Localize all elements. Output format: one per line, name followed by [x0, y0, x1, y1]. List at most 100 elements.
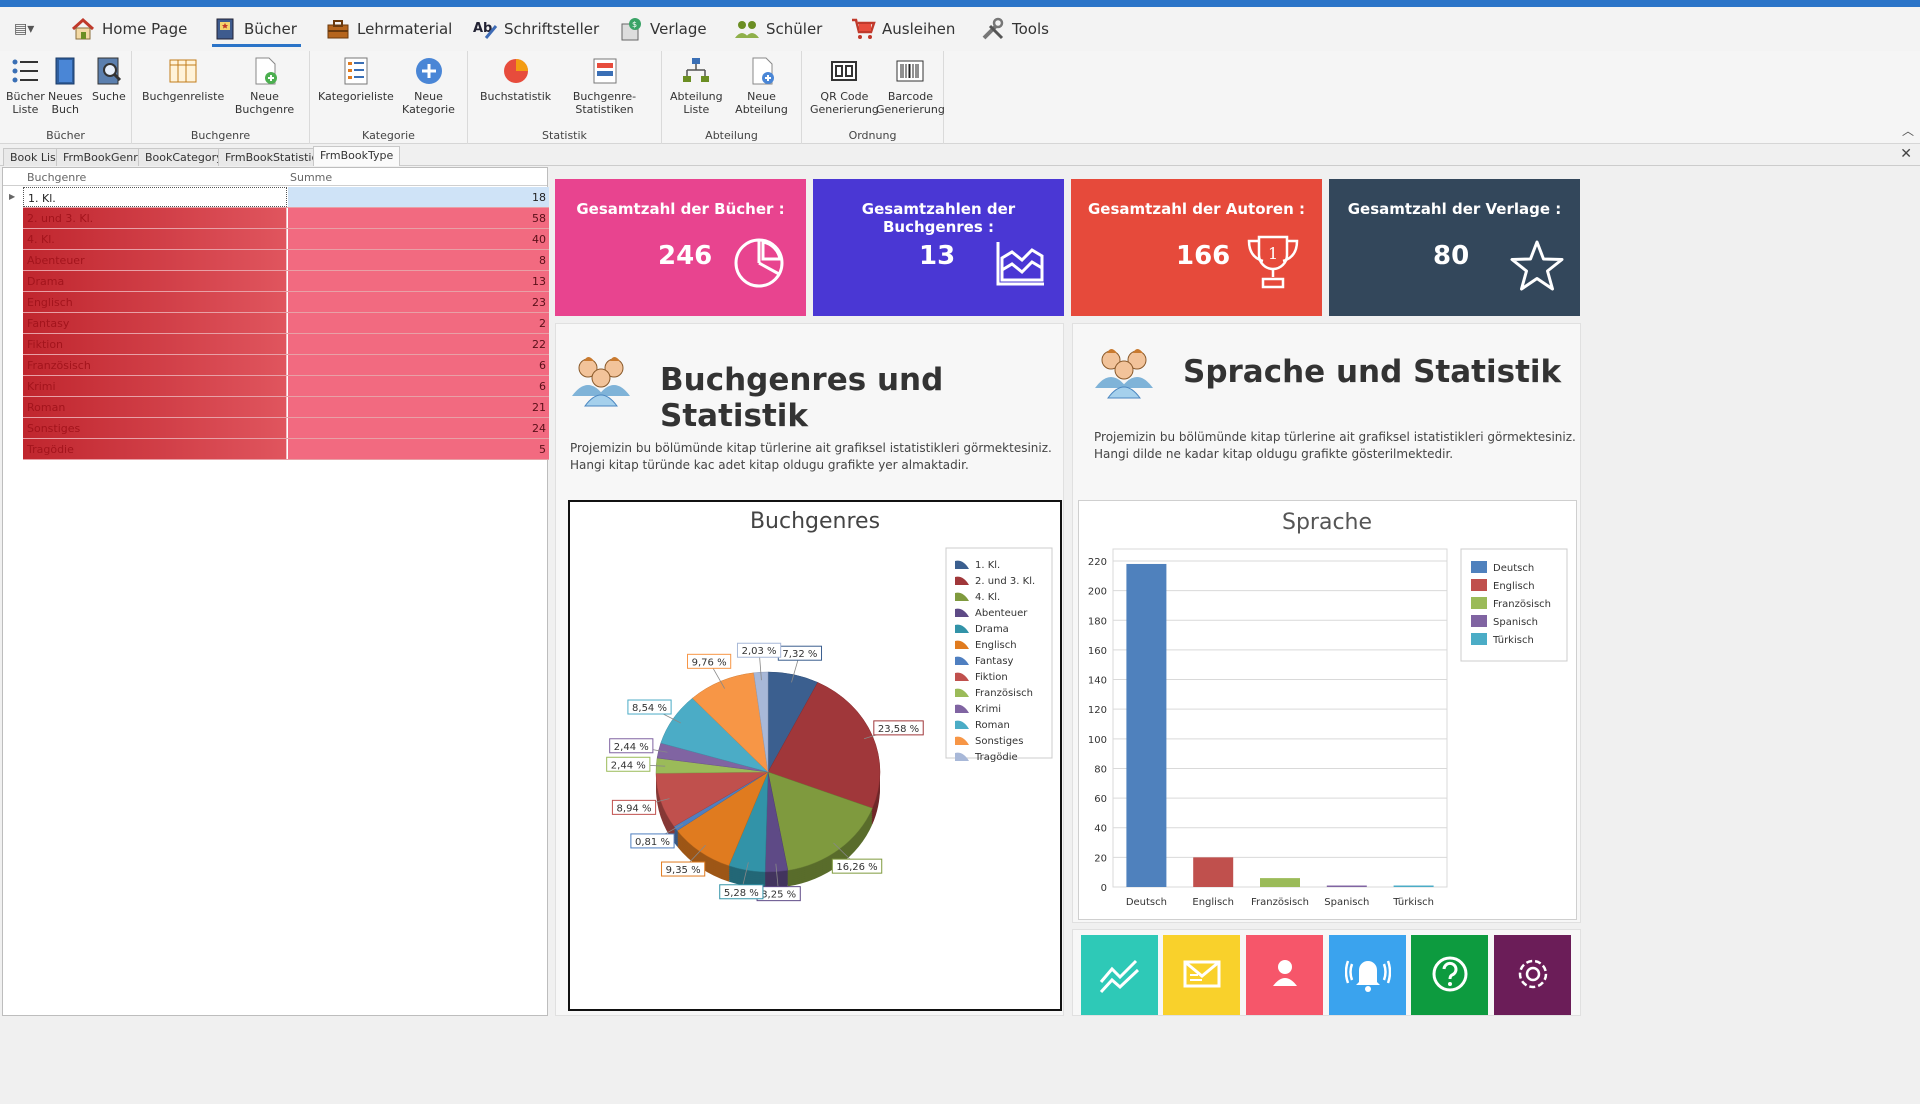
doc-tab-bookcategory[interactable]: BookCategory: [138, 148, 230, 166]
table-row[interactable]: 2. und 3. Kl. 58: [23, 208, 549, 229]
ribbon-group-kategorie: Kategorieliste Neue Kategorie Kategorie: [310, 51, 468, 144]
tile-settings[interactable]: [1494, 935, 1571, 1015]
cell-buchgenre[interactable]: Roman: [23, 397, 287, 417]
cell-summe[interactable]: 21: [288, 397, 549, 417]
neue-kategorie-button[interactable]: Neue Kategorie: [390, 55, 467, 116]
cell-summe[interactable]: 18: [288, 187, 549, 207]
tile-user[interactable]: [1246, 935, 1323, 1015]
tab-lehrmaterial[interactable]: Lehrmaterial: [325, 11, 452, 47]
tools-icon: [980, 16, 1006, 42]
close-document-icon[interactable]: ✕: [1900, 146, 1912, 162]
cell-buchgenre[interactable]: 2. und 3. Kl.: [23, 208, 287, 228]
column-header-buchgenre[interactable]: Buchgenre: [27, 171, 86, 184]
pie-chart-svg: Buchgenres 7,32 % 23,58 % 16,26 % 3,25 %5,28…: [606, 509, 1053, 902]
tab-verlage[interactable]: $ Verlage: [618, 11, 707, 47]
cell-summe[interactable]: 40: [288, 229, 549, 249]
user-icon: [1263, 952, 1307, 999]
tile-mail[interactable]: [1163, 935, 1240, 1015]
cell-summe[interactable]: 13: [288, 271, 549, 291]
cell-buchgenre[interactable]: 1. Kl.: [23, 187, 287, 207]
abteilung-liste-button[interactable]: Abteilung Liste: [670, 55, 723, 116]
tile-trend[interactable]: [1081, 935, 1158, 1015]
tile-notifications[interactable]: [1329, 935, 1406, 1015]
table-row[interactable]: Tragödie 5: [23, 439, 549, 460]
suche-button[interactable]: Suche: [92, 55, 126, 103]
cell-buchgenre[interactable]: 4. Kl.: [23, 229, 287, 249]
cell-buchgenre[interactable]: Französisch: [23, 355, 287, 375]
buchgenreliste-button[interactable]: Buchgenreliste: [142, 55, 224, 103]
cell-summe[interactable]: 5: [288, 439, 549, 459]
pie-data-label: 9,76 %: [692, 657, 727, 668]
table-row[interactable]: Sonstiges 24: [23, 418, 549, 439]
table-row[interactable]: Drama 13: [23, 271, 549, 292]
legend-label: Deutsch: [1493, 563, 1534, 574]
card-total-publishers: Gesamtzahl der Verlage : 80: [1329, 179, 1580, 316]
buchgenre-statistiken-button[interactable]: Buchgenre-Statistiken: [548, 55, 661, 116]
pie-data-label: 16,26 %: [836, 862, 877, 873]
ribbon-group-buchgenre: Buchgenreliste Neue Buchgenre Buchgenre: [132, 51, 310, 144]
cell-buchgenre[interactable]: Drama: [23, 271, 287, 291]
genre-grid[interactable]: Buchgenre Summe 1. Kl. 18 2. und 3. Kl. 58 4…: [2, 167, 549, 1016]
chart-title: Sprache: [1282, 510, 1372, 535]
tab-buecher[interactable]: Bücher: [212, 11, 301, 47]
legend-label: Krimi: [975, 704, 1001, 715]
cell-summe[interactable]: 8: [288, 250, 549, 270]
cell-buchgenre[interactable]: Fantasy: [23, 313, 287, 333]
table-row[interactable]: 4. Kl. 40: [23, 229, 549, 250]
cell-summe[interactable]: 6: [288, 355, 549, 375]
buchstatistik-button[interactable]: Buchstatistik: [480, 55, 551, 103]
table-row[interactable]: Fantasy 2: [23, 313, 549, 334]
tab-tools[interactable]: Tools: [980, 11, 1049, 47]
cell-buchgenre[interactable]: Sonstiges: [23, 418, 287, 438]
y-tick-label: 220: [1088, 557, 1107, 568]
table-row[interactable]: Abenteuer 8: [23, 250, 549, 271]
cell-buchgenre[interactable]: Englisch: [23, 292, 287, 312]
pie-chart-icon: [732, 236, 786, 293]
ribbon-group-label: Statistik: [542, 129, 587, 142]
cell-summe[interactable]: 24: [288, 418, 549, 438]
title-accent-bar: [0, 0, 1920, 7]
table-row[interactable]: Fiktion 22: [23, 334, 549, 355]
cell-buchgenre[interactable]: Abenteuer: [23, 250, 287, 270]
neue-abteilung-button[interactable]: Neue Abteilung: [722, 55, 801, 116]
chart-title: Buchgenres: [750, 509, 880, 534]
neues-buch-button[interactable]: Neues Buch: [48, 55, 82, 116]
barcode-button[interactable]: Barcode Generierung: [876, 55, 945, 116]
cell-summe[interactable]: 58: [288, 208, 549, 228]
cell-buchgenre[interactable]: Krimi: [23, 376, 287, 396]
doc-tab-frmbookgenre[interactable]: FrmBookGenre: [56, 148, 152, 166]
cell-summe[interactable]: 6: [288, 376, 549, 396]
writer-icon: Ab: [472, 16, 498, 42]
table-row[interactable]: Französisch 6: [23, 355, 549, 376]
tile-help[interactable]: [1411, 935, 1488, 1015]
cell-buchgenre[interactable]: Tragödie: [23, 439, 287, 459]
ribbon-collapse-icon[interactable]: ︿: [1902, 122, 1914, 139]
buecher-liste-button[interactable]: Bücher Liste: [6, 55, 45, 116]
legend-label: Französisch: [1493, 599, 1551, 610]
qr-code-button[interactable]: QR Code Generierung: [810, 55, 879, 116]
tab-ausleihen[interactable]: Ausleihen: [850, 11, 955, 47]
add-circle-icon: [413, 55, 445, 87]
tab-home-page[interactable]: Home Page: [70, 11, 187, 47]
legend-label: 1. Kl.: [975, 560, 1000, 571]
publisher-icon: $: [618, 16, 644, 42]
tab-schriftsteller[interactable]: Ab Schriftsteller: [472, 11, 599, 47]
kategorieliste-button[interactable]: Kategorieliste: [318, 55, 394, 103]
cell-summe[interactable]: 2: [288, 313, 549, 333]
cell-buchgenre[interactable]: Fiktion: [23, 334, 287, 354]
cell-summe[interactable]: 23: [288, 292, 549, 312]
cell-summe[interactable]: 22: [288, 334, 549, 354]
table-row[interactable]: 1. Kl. 18: [23, 187, 549, 208]
neue-buchgenre-button[interactable]: Neue Buchgenre: [220, 55, 309, 116]
tab-schueler[interactable]: Schüler: [734, 11, 822, 47]
column-header-summe[interactable]: Summe: [290, 171, 332, 184]
table-row[interactable]: Englisch 23: [23, 292, 549, 313]
stats-icon: [589, 55, 621, 87]
table-row[interactable]: Krimi 6: [23, 376, 549, 397]
pie-data-label: 2,03 %: [742, 646, 777, 657]
app-menu-icon[interactable]: ▤▾: [14, 21, 36, 39]
card-total-books: Gesamtzahl der Bücher : 246: [555, 179, 806, 316]
doc-tab-frmbooktype[interactable]: FrmBookType: [313, 146, 401, 166]
table-row[interactable]: Roman 21: [23, 397, 549, 418]
legend-label: Englisch: [975, 640, 1017, 651]
